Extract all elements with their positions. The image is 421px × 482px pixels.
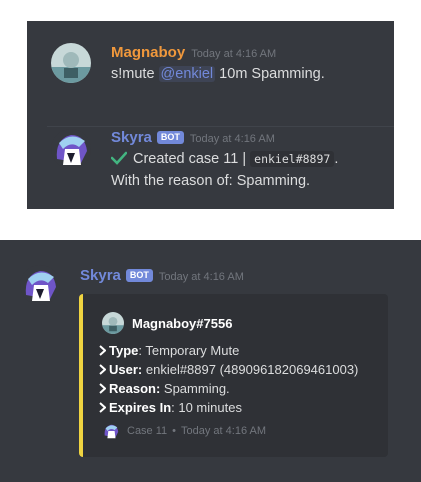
field-label: User: bbox=[109, 362, 143, 377]
field-value: enkiel#8897 (489096182069461003) bbox=[142, 362, 359, 377]
field-label: Expires In bbox=[109, 400, 172, 415]
bot-tag: BOT bbox=[125, 269, 153, 282]
embed-footer-icon bbox=[102, 422, 120, 440]
embed-fields: Type: Temporary Mute User: enkiel#8897 (… bbox=[99, 342, 358, 418]
reason-message: With the reason of: Spamming. bbox=[111, 173, 311, 189]
user-tag-code: enkiel#8897 bbox=[250, 151, 335, 167]
moderation-embed: Magnaboy#7556 Type: Temporary Mute User:… bbox=[79, 294, 388, 457]
command-text: s!mute bbox=[111, 66, 159, 82]
chevron-right-icon bbox=[99, 343, 107, 361]
skyra-username[interactable]: Skyra bbox=[80, 267, 121, 284]
embed-author-name: Magnaboy#7556 bbox=[132, 315, 233, 331]
magnaboy-username[interactable]: Magnaboy bbox=[111, 44, 185, 61]
field-label: Type bbox=[109, 343, 139, 358]
embed-author-avatar bbox=[102, 312, 124, 334]
field-value: Spamming. bbox=[160, 381, 230, 396]
footer-timestamp: Today at 4:16 AM bbox=[181, 425, 267, 437]
case-text: Created case 11 | bbox=[133, 151, 251, 167]
chevron-right-icon bbox=[99, 362, 107, 380]
skyra-avatar[interactable] bbox=[20, 265, 60, 305]
command-args: 10m Spamming. bbox=[215, 66, 325, 82]
period: . bbox=[334, 151, 339, 167]
field-expires: Expires In: 10 minutes bbox=[99, 399, 358, 418]
field-user: User: enkiel#8897 (489096182069461003) bbox=[99, 361, 358, 380]
message-divider bbox=[47, 126, 394, 127]
embed-author: Magnaboy#7556 bbox=[102, 312, 232, 334]
mute-command-message: s!mute @enkiel 10m Spamming. bbox=[111, 64, 325, 84]
bot-tag: BOT bbox=[156, 131, 184, 144]
embed-footer: Case 11 • Today at 4:16 AM bbox=[102, 422, 266, 440]
field-label: Reason: bbox=[109, 381, 161, 396]
chevron-right-icon bbox=[99, 381, 107, 399]
footer-separator: • bbox=[172, 425, 177, 437]
chevron-right-icon bbox=[99, 400, 107, 418]
field-reason: Reason: Spamming. bbox=[99, 380, 358, 399]
chat-panel-top: Magnaboy Today at 4:16 AM s!mute @enkiel … bbox=[27, 21, 394, 209]
case-created-message: Created case 11 | enkiel#8897. bbox=[110, 149, 339, 171]
footer-case: Case 11 bbox=[127, 425, 168, 437]
message-timestamp: Today at 4:16 AM bbox=[189, 133, 275, 145]
user-mention[interactable]: @enkiel bbox=[158, 66, 216, 82]
message-timestamp: Today at 4:16 AM bbox=[191, 48, 277, 60]
field-value: : Temporary Mute bbox=[138, 343, 240, 358]
skyra-avatar[interactable] bbox=[51, 129, 91, 169]
magnaboy-avatar[interactable] bbox=[51, 43, 91, 83]
field-type: Type: Temporary Mute bbox=[99, 342, 358, 361]
message-timestamp: Today at 4:16 AM bbox=[158, 271, 244, 283]
field-value: : 10 minutes bbox=[171, 400, 242, 415]
check-icon bbox=[110, 151, 128, 171]
skyra-username[interactable]: Skyra bbox=[111, 129, 152, 146]
